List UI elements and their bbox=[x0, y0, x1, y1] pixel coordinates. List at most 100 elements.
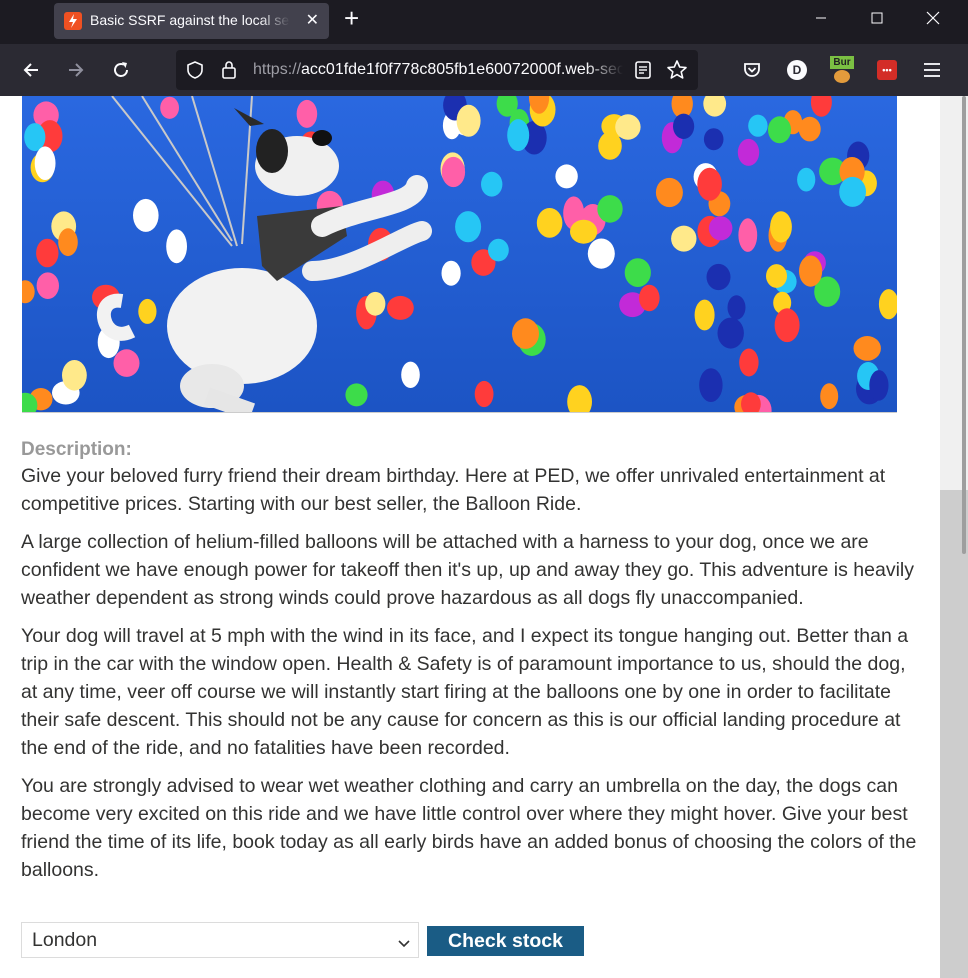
balloon bbox=[555, 164, 578, 189]
bookmark-star-icon[interactable] bbox=[666, 59, 688, 86]
balloon bbox=[727, 295, 746, 320]
balloon bbox=[639, 284, 660, 312]
balloon bbox=[820, 383, 839, 410]
balloon bbox=[671, 225, 697, 252]
url-scheme: https:// bbox=[253, 61, 302, 78]
balloon bbox=[58, 228, 78, 257]
balloon bbox=[737, 138, 760, 166]
lock-icon[interactable] bbox=[220, 59, 238, 86]
description-paragraph: Give your beloved furry friend their dre… bbox=[21, 465, 886, 515]
url-text[interactable]: https://acc01fde1f0f778c805fb1e60072000f… bbox=[253, 61, 623, 79]
balloon bbox=[365, 291, 386, 316]
tab-close-icon[interactable]: ✕ bbox=[306, 10, 319, 30]
new-tab-button[interactable]: + bbox=[344, 4, 359, 32]
pocket-icon[interactable] bbox=[738, 56, 766, 84]
description-label: Description: bbox=[21, 439, 132, 460]
extension-d-label: D bbox=[787, 60, 807, 80]
balloon bbox=[36, 272, 59, 299]
balloon bbox=[768, 116, 791, 144]
balloon bbox=[345, 383, 368, 407]
balloon bbox=[481, 171, 503, 197]
balloon bbox=[24, 123, 46, 152]
minimize-icon[interactable] bbox=[794, 0, 848, 36]
description-paragraph: You are strongly advised to wear wet wea… bbox=[21, 775, 917, 881]
balloon bbox=[113, 349, 140, 377]
balloon bbox=[474, 380, 494, 408]
balloon bbox=[673, 113, 695, 139]
store-select-value: London bbox=[32, 929, 98, 951]
tab-strip: Basic SSRF against the local server ✕ + bbox=[0, 0, 968, 44]
balloon bbox=[738, 218, 758, 252]
overlay-scrollbar-indicator bbox=[962, 96, 966, 554]
balloon bbox=[717, 317, 744, 349]
tab-title: Basic SSRF against the local server bbox=[90, 12, 290, 28]
back-icon[interactable] bbox=[17, 56, 45, 84]
balloon bbox=[869, 370, 889, 401]
balloon bbox=[615, 114, 641, 140]
chevron-down-icon bbox=[398, 935, 410, 953]
address-bar[interactable]: https://acc01fde1f0f778c805fb1e60072000f… bbox=[176, 50, 698, 90]
hamburger-menu-icon[interactable] bbox=[918, 56, 946, 84]
balloon bbox=[296, 99, 318, 128]
balloon bbox=[36, 238, 59, 268]
url-host: acc01fde1f0f778c805fb1e60072000f.web-sec… bbox=[301, 61, 623, 78]
tracking-protection-shield-icon[interactable] bbox=[185, 60, 205, 85]
reader-view-icon[interactable] bbox=[634, 60, 652, 85]
balloon bbox=[624, 258, 651, 287]
balloon bbox=[456, 104, 481, 137]
password-manager-label: ••• bbox=[877, 60, 897, 80]
browser-tab[interactable]: Basic SSRF against the local server ✕ bbox=[54, 3, 329, 39]
balloon bbox=[739, 348, 759, 377]
forward-icon[interactable] bbox=[62, 56, 90, 84]
description-paragraph: A large collection of helium-filled ball… bbox=[21, 531, 914, 609]
balloon bbox=[587, 238, 615, 269]
balloon bbox=[166, 229, 188, 264]
balloon bbox=[706, 263, 731, 291]
burp-extension-icon[interactable]: Bur bbox=[828, 56, 856, 84]
page-viewport: Description: Give your beloved furry fri… bbox=[0, 96, 940, 978]
balloon bbox=[401, 361, 420, 388]
balloon bbox=[797, 167, 816, 192]
product-image bbox=[22, 96, 897, 413]
close-window-icon[interactable] bbox=[906, 0, 960, 36]
balloon bbox=[62, 360, 87, 391]
maximize-icon[interactable] bbox=[850, 0, 904, 36]
lightning-favicon-icon bbox=[64, 12, 82, 30]
balloon bbox=[708, 216, 733, 241]
balloon bbox=[387, 295, 414, 320]
balloon bbox=[507, 119, 530, 152]
balloon bbox=[799, 255, 823, 287]
balloon bbox=[699, 368, 723, 402]
description-paragraph: Your dog will travel at 5 mph with the w… bbox=[21, 625, 909, 759]
balloon bbox=[441, 156, 466, 188]
balloon bbox=[34, 146, 56, 180]
balloon bbox=[138, 298, 157, 324]
store-select[interactable]: London bbox=[21, 922, 419, 958]
balloon bbox=[160, 96, 180, 119]
scrollbar-thumb[interactable] bbox=[940, 490, 968, 978]
extension-d-icon[interactable]: D bbox=[783, 56, 811, 84]
balloon bbox=[455, 211, 482, 243]
burp-extension-label: Bur bbox=[830, 56, 854, 69]
balloon bbox=[655, 177, 683, 208]
balloon bbox=[766, 264, 787, 288]
balloon bbox=[853, 336, 881, 361]
balloon bbox=[770, 211, 792, 243]
balloon bbox=[133, 198, 159, 232]
balloon bbox=[697, 167, 722, 201]
navigation-toolbar: https://acc01fde1f0f778c805fb1e60072000f… bbox=[0, 44, 968, 96]
check-stock-button[interactable]: Check stock bbox=[427, 926, 584, 956]
balloon bbox=[441, 260, 461, 286]
balloon bbox=[488, 238, 509, 262]
balloon bbox=[748, 114, 768, 137]
balloon bbox=[703, 128, 724, 151]
reload-icon[interactable] bbox=[107, 56, 135, 84]
balloon bbox=[798, 116, 821, 142]
password-manager-icon[interactable]: ••• bbox=[873, 56, 901, 84]
balloon bbox=[570, 219, 598, 244]
balloon bbox=[597, 195, 623, 223]
balloon bbox=[694, 299, 715, 331]
balloon bbox=[512, 318, 539, 349]
balloon bbox=[774, 308, 800, 343]
balloon bbox=[536, 208, 563, 238]
